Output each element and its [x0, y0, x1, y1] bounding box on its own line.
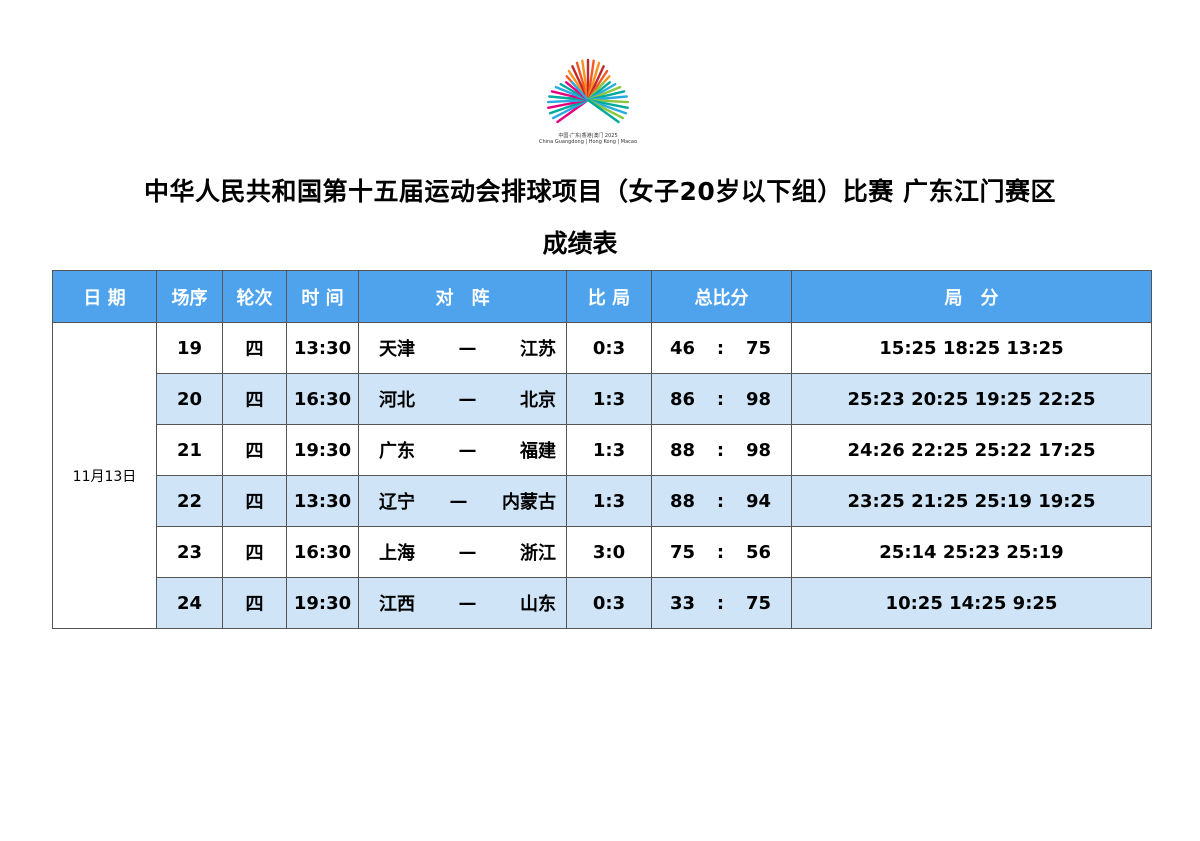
dash: —	[458, 541, 477, 563]
points-b: 98	[745, 388, 771, 410]
team-b: 山东	[520, 594, 556, 615]
team-a: 天津	[379, 339, 415, 360]
points-colon: :	[716, 439, 725, 461]
team-b: 内蒙古	[502, 492, 556, 513]
match-no-cell: 19	[156, 322, 223, 374]
points-a: 75	[670, 541, 696, 563]
points-b: 75	[745, 592, 771, 614]
match-no-cell: 21	[156, 424, 223, 476]
points-a: 88	[670, 490, 696, 512]
sets-cell: 0:3	[566, 322, 652, 374]
header-date: 日 期	[52, 270, 157, 323]
points-a: 33	[670, 592, 696, 614]
round-cell: 四	[222, 373, 287, 425]
time-cell: 19:30	[286, 424, 359, 476]
dash: —	[458, 592, 477, 614]
header-row: 日 期 场序 轮次 时 间 对 阵 比 局 总比分 局 分	[52, 270, 1152, 323]
team-a: 江西	[379, 594, 415, 615]
dash: —	[458, 439, 477, 461]
team-b: 北京	[520, 390, 556, 411]
matchup-cell: 江西 — 山东	[358, 577, 567, 629]
table-row: 22 四 13:30 辽宁 — 内蒙古 1:3 88:94 23:25 21:25 25:19 …	[53, 475, 1152, 527]
points-colon: :	[716, 388, 725, 410]
points-cell: 86:98	[651, 373, 792, 425]
dash: —	[458, 388, 477, 410]
matchup-cell: 广东 — 福建	[358, 424, 567, 476]
round-cell: 四	[222, 322, 287, 374]
points-colon: :	[716, 592, 725, 614]
points-colon: :	[716, 337, 725, 359]
table-row: 24 四 19:30 江西 — 山东 0:3 33:75 10:25 14:25 9:25	[53, 577, 1152, 629]
match-no-cell: 23	[156, 526, 223, 578]
time-cell: 13:30	[286, 475, 359, 527]
team-b: 江苏	[520, 339, 556, 360]
table-row: 23 四 16:30 上海 — 浙江 3:0 75:56 25:14 25:23 25:19	[53, 526, 1152, 578]
points-colon: :	[716, 541, 725, 563]
team-a: 广东	[379, 441, 415, 462]
team-a: 辽宁	[379, 492, 415, 513]
points-b: 98	[745, 439, 771, 461]
set-scores-cell: 10:25 14:25 9:25	[791, 577, 1152, 629]
set-scores-cell: 15:25 18:25 13:25	[791, 322, 1152, 374]
logo-caption: 中国·广东|香港|澳门 2025 China Guangdong | Hong …	[530, 133, 646, 145]
team-b: 浙江	[520, 543, 556, 564]
matchup-cell: 上海 — 浙江	[358, 526, 567, 578]
time-cell: 13:30	[286, 322, 359, 374]
set-scores-cell: 25:14 25:23 25:19	[791, 526, 1152, 578]
table-row: 20 四 16:30 河北 — 北京 1:3 86:98 25:23 20:25 19:25 2…	[53, 373, 1152, 425]
page-title: 中华人民共和国第十五届运动会排球项目（女子20岁以下组）比赛 广东江门赛区	[144, 177, 1056, 206]
header-round: 轮次	[222, 270, 287, 323]
points-cell: 75:56	[651, 526, 792, 578]
time-cell: 16:30	[286, 373, 359, 425]
round-cell: 四	[222, 526, 287, 578]
sets-cell: 1:3	[566, 475, 652, 527]
header-match-no: 场序	[156, 270, 223, 323]
header-points: 总比分	[651, 270, 792, 323]
points-b: 56	[745, 541, 771, 563]
results-table: 日 期 场序 轮次 时 间 对 阵 比 局 总比分 局 分 11月13日 19 四 1…	[52, 270, 1152, 629]
header-time: 时 间	[286, 270, 359, 323]
table-row: 21 四 19:30 广东 — 福建 1:3 88:98 24:26 22:25 25:22 1…	[53, 424, 1152, 476]
dash: —	[449, 490, 468, 512]
header-sets: 比 局	[566, 270, 652, 323]
set-scores-cell: 23:25 21:25 25:19 19:25	[791, 475, 1152, 527]
set-scores-cell: 24:26 22:25 25:22 17:25	[791, 424, 1152, 476]
time-cell: 19:30	[286, 577, 359, 629]
points-a: 86	[670, 388, 696, 410]
table-row: 11月13日 19 四 13:30 天津 — 江苏 0:3 46:75 15:25 18:25 1…	[52, 322, 1152, 629]
set-scores-cell: 25:23 20:25 19:25 22:25	[791, 373, 1152, 425]
points-cell: 33:75	[651, 577, 792, 629]
points-a: 46	[670, 337, 696, 359]
sets-cell: 0:3	[566, 577, 652, 629]
points-cell: 88:98	[651, 424, 792, 476]
sets-cell: 3:0	[566, 526, 652, 578]
header-matchup: 对 阵	[358, 270, 567, 323]
match-no-cell: 24	[156, 577, 223, 629]
points-a: 88	[670, 439, 696, 461]
points-cell: 88:94	[651, 475, 792, 527]
page-subtitle: 成绩表	[542, 229, 618, 258]
round-cell: 四	[222, 577, 287, 629]
match-no-cell: 20	[156, 373, 223, 425]
dash: —	[458, 337, 477, 359]
team-a: 上海	[379, 543, 415, 564]
sets-cell: 1:3	[566, 424, 652, 476]
round-cell: 四	[222, 475, 287, 527]
team-b: 福建	[520, 441, 556, 462]
points-b: 75	[745, 337, 771, 359]
time-cell: 16:30	[286, 526, 359, 578]
points-b: 94	[745, 490, 771, 512]
header-set-scores: 局 分	[791, 270, 1152, 323]
date-cell: 11月13日	[52, 322, 157, 629]
team-a: 河北	[379, 390, 415, 411]
matchup-cell: 河北 — 北京	[358, 373, 567, 425]
matchup-cell: 天津 — 江苏	[358, 322, 567, 374]
sets-cell: 1:3	[566, 373, 652, 425]
logo-caption-line2: China Guangdong | Hong Kong | Macao	[538, 139, 638, 145]
points-colon: :	[716, 490, 725, 512]
round-cell: 四	[222, 424, 287, 476]
points-cell: 46:75	[651, 322, 792, 374]
matchup-cell: 辽宁 — 内蒙古	[358, 475, 567, 527]
match-no-cell: 22	[156, 475, 223, 527]
